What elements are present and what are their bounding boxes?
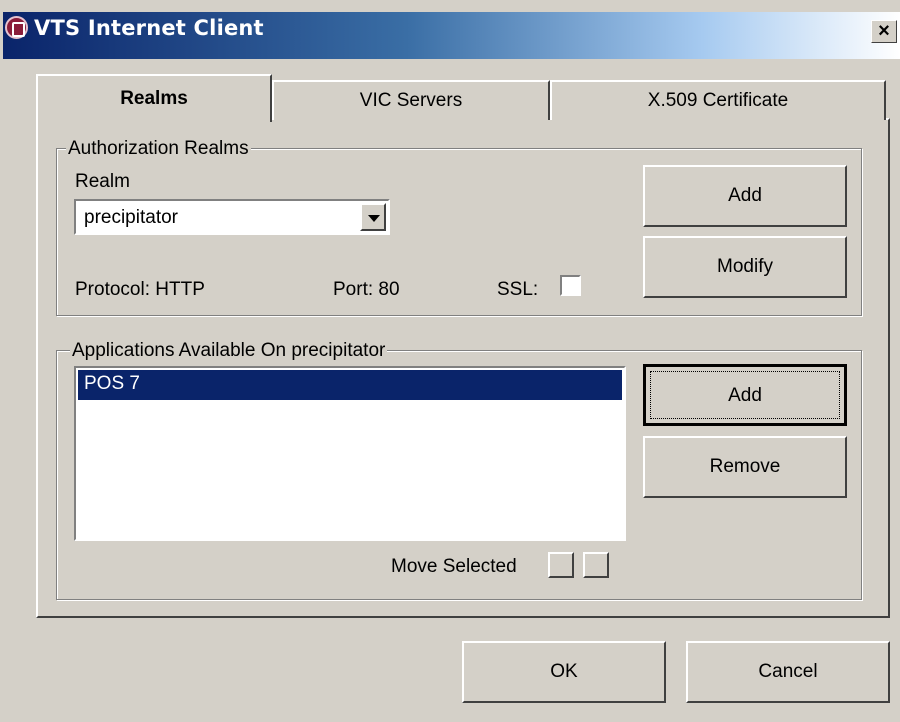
port-text: Port: 80 xyxy=(333,279,400,300)
realm-dropdown-value: precipitator xyxy=(84,207,178,228)
window-title: VTS Internet Client xyxy=(34,16,264,40)
tab-vic-servers[interactable]: VIC Servers xyxy=(272,80,550,120)
focus-ring xyxy=(650,371,840,419)
chevron-down-icon[interactable] xyxy=(360,203,386,231)
tab-x509-certificate[interactable]: X.509 Certificate xyxy=(550,80,886,120)
move-selected-label: Move Selected xyxy=(391,556,517,577)
ok-button[interactable]: OK xyxy=(462,641,666,703)
move-up-arrow-icon[interactable] xyxy=(548,552,574,578)
applications-legend: Applications Available On precipitator xyxy=(70,340,388,362)
cancel-button[interactable]: Cancel xyxy=(686,641,890,703)
applications-list[interactable]: POS 7 xyxy=(74,366,626,541)
protocol-text: Protocol: HTTP xyxy=(75,279,205,300)
realm-add-button[interactable]: Add xyxy=(643,165,847,227)
tab-realms[interactable]: Realms xyxy=(36,74,272,122)
move-down-arrow-icon[interactable] xyxy=(583,552,609,578)
realm-dropdown[interactable]: precipitator xyxy=(74,199,390,235)
close-icon[interactable]: × xyxy=(871,20,897,43)
realm-label: Realm xyxy=(75,171,130,192)
ssl-label: SSL: xyxy=(497,279,539,300)
list-item[interactable]: POS 7 xyxy=(78,370,622,400)
authorization-realms-legend: Authorization Realms xyxy=(66,138,251,160)
ssl-checkbox[interactable] xyxy=(560,275,581,296)
application-remove-button[interactable]: Remove xyxy=(643,436,847,498)
app-icon xyxy=(5,16,28,39)
realm-modify-button[interactable]: Modify xyxy=(643,236,847,298)
application-add-button[interactable]: Add xyxy=(643,364,847,426)
